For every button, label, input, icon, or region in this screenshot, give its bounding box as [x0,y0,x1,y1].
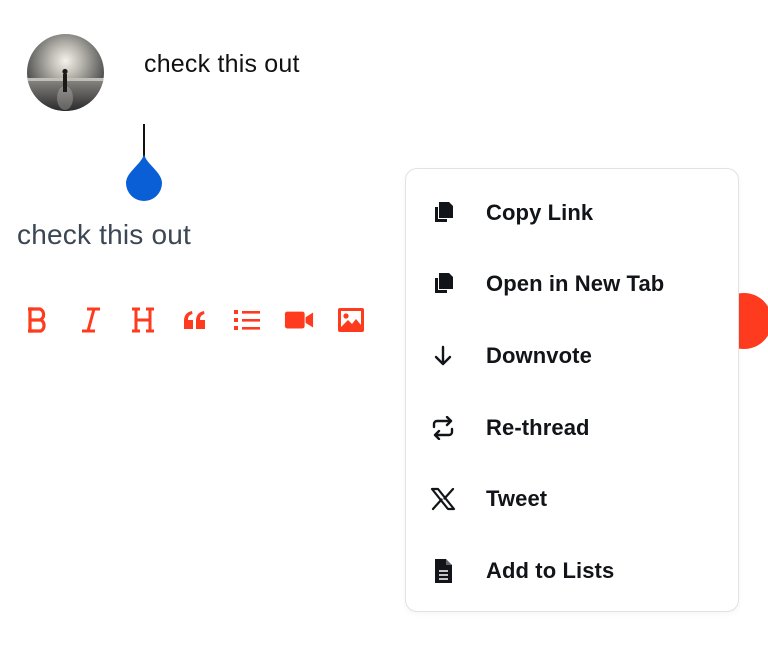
arrow-down-icon [429,342,457,370]
menu-item-rethread[interactable]: Re-thread [406,392,738,464]
quote-button[interactable] [180,304,210,336]
heading-button[interactable] [128,304,158,336]
copy-icon [429,199,457,227]
quote-icon [184,311,205,329]
x-icon [429,485,457,513]
italic-icon [82,307,100,333]
selection-handle-icon[interactable] [124,150,164,202]
list-icon [234,310,260,330]
avatar-photo [27,34,104,111]
editor-text[interactable]: check this out [17,219,191,251]
menu-item-add-to-lists[interactable]: Add to Lists [406,535,738,607]
menu-item-copy-link[interactable]: Copy Link [406,177,738,249]
menu-item-downvote[interactable]: Downvote [406,320,738,392]
image-icon [338,308,364,332]
video-icon [284,311,314,329]
heading-icon [132,307,154,333]
context-menu: Copy Link Open in New Tab Downvote Re-th… [405,168,739,612]
formatting-toolbar [24,302,388,338]
document-icon [429,557,457,585]
bold-button[interactable] [24,304,54,336]
list-button[interactable] [232,304,262,336]
page: check this out check this out Copy Link … [0,0,768,650]
menu-item-label: Re-thread [486,414,590,440]
copy-icon [429,270,457,298]
post-text: check this out [144,50,300,78]
menu-item-open-new-tab[interactable]: Open in New Tab [406,249,738,321]
user-avatar[interactable] [27,34,104,111]
video-button[interactable] [284,304,314,336]
menu-item-tweet[interactable]: Tweet [406,463,738,535]
menu-item-label: Add to Lists [486,557,615,583]
italic-button[interactable] [76,304,106,336]
repost-icon [429,414,457,442]
menu-item-label: Tweet [486,486,548,512]
menu-item-label: Open in New Tab [486,271,665,297]
image-button[interactable] [336,304,366,336]
menu-item-label: Copy Link [486,199,594,225]
bold-icon [28,307,46,333]
menu-item-label: Downvote [486,342,592,368]
